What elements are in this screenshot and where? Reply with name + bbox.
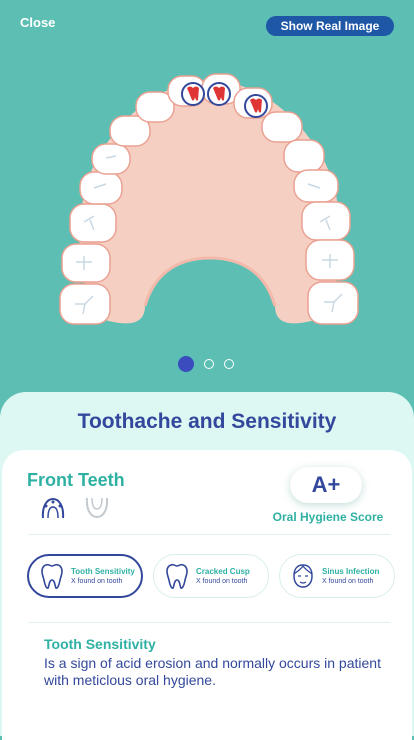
- page-dot-3[interactable]: [224, 359, 234, 369]
- show-real-image-button[interactable]: Show Real Image: [266, 16, 394, 36]
- tooth: [69, 203, 117, 243]
- finding-count: X found on tooth: [71, 578, 123, 585]
- finding-sinus-infection[interactable]: Sinus Infection X found on tooth: [279, 554, 395, 598]
- upper-arch-icon[interactable]: [40, 496, 66, 520]
- finding-count: X found on tooth: [196, 578, 248, 585]
- lower-arch-icon[interactable]: [84, 496, 110, 520]
- tooth: [283, 139, 325, 173]
- tooth: [91, 143, 131, 175]
- face-icon: [293, 564, 313, 588]
- finding-tooth-sensitivity[interactable]: Tooth Sensitivity X found on tooth: [27, 554, 143, 598]
- divider: [28, 534, 390, 535]
- finding-cracked-cusp[interactable]: Cracked Cusp X found on tooth: [153, 554, 269, 598]
- upper-jaw-illustration: [59, 73, 359, 325]
- info-title: Tooth Sensitivity: [44, 636, 156, 652]
- hygiene-score-label: Oral Hygiene Score: [272, 510, 384, 524]
- jaw-view: Close Show Real Image: [0, 0, 414, 400]
- tooth: [307, 281, 359, 325]
- tooth-outline-icon: [166, 563, 188, 589]
- details-card: Front Teeth A+ Oral Hygiene Score Tooth …: [2, 450, 412, 740]
- finding-name: Cracked Cusp: [196, 567, 250, 576]
- finding-name: Sinus Infection: [322, 567, 380, 576]
- divider: [28, 622, 390, 623]
- close-button[interactable]: Close: [20, 15, 55, 30]
- findings-list: Tooth Sensitivity X found on tooth Crack…: [27, 554, 395, 598]
- tooth: [79, 171, 123, 205]
- arch-selector: [40, 496, 110, 520]
- details-sheet: Toothache and Sensitivity Front Teeth A+…: [0, 392, 414, 740]
- page-dot-2[interactable]: [204, 359, 214, 369]
- tooth: [261, 111, 303, 143]
- finding-name: Tooth Sensitivity: [71, 567, 135, 576]
- region-title: Front Teeth: [27, 470, 125, 490]
- finding-count: X found on tooth: [322, 578, 374, 585]
- tooth-outline-icon: [41, 563, 63, 589]
- info-description: Is a sign of acid erosion and normally o…: [44, 655, 381, 688]
- page-dot-1[interactable]: [178, 356, 194, 372]
- tooth: [61, 243, 111, 283]
- carousel-indicator: [178, 356, 234, 372]
- hygiene-grade-badge: A+: [290, 467, 362, 503]
- sheet-title: Toothache and Sensitivity: [77, 410, 337, 433]
